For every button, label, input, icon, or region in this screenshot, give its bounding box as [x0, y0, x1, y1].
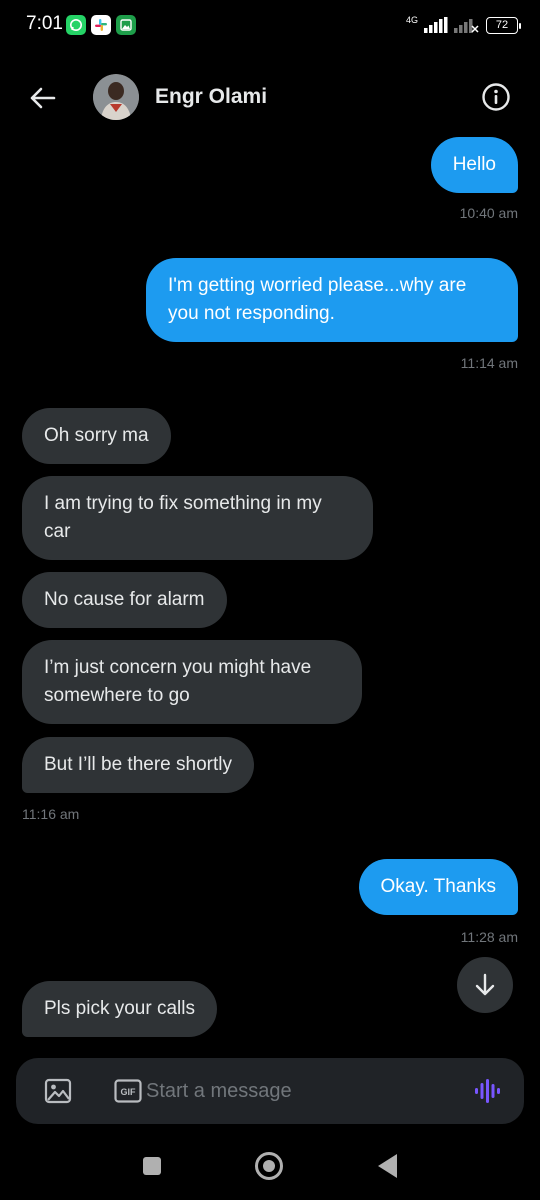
message-bubble-received[interactable]: But I’ll be there shortly — [22, 737, 254, 793]
home-button[interactable] — [255, 1152, 283, 1180]
message-input[interactable] — [146, 1072, 456, 1110]
gif-button[interactable]: GIF — [114, 1079, 142, 1103]
signal-icon — [424, 17, 448, 33]
message-bubble-sent[interactable]: I'm getting worried please...why are you… — [146, 258, 518, 342]
dm-conversation-screen: 7:01 4G 72 Engr Olami Hello 10:40 am I'm… — [0, 0, 540, 1200]
system-nav-bar — [0, 1140, 540, 1200]
voice-message-button[interactable] — [474, 1078, 502, 1104]
status-right-group: 4G 72 — [405, 12, 521, 38]
message-text: Okay. Thanks — [380, 876, 496, 897]
arrow-left-icon — [30, 87, 56, 109]
add-photo-button[interactable] — [44, 1078, 72, 1104]
message-text: I am trying to fix something in my car — [44, 493, 322, 542]
message-bubble-sent[interactable]: Okay. Thanks — [358, 859, 518, 915]
message-bubble-received[interactable]: I am trying to fix something in my car — [22, 476, 373, 560]
back-button[interactable] — [26, 82, 62, 114]
avatar-photo — [93, 74, 139, 120]
message-text: No cause for alarm — [44, 589, 205, 610]
slack-icon — [91, 15, 111, 35]
arrow-down-icon — [475, 973, 495, 996]
message-text: Hello — [452, 154, 496, 175]
message-text: I'm getting worried please...why are you… — [168, 275, 467, 324]
message-timestamp: 11:28 am — [460, 929, 518, 945]
scroll-to-bottom-button[interactable] — [457, 957, 513, 1013]
message-bubble-received[interactable]: Oh sorry ma — [22, 408, 171, 464]
message-text: Pls pick your calls — [44, 998, 195, 1019]
status-time: 7:01 — [26, 13, 63, 34]
contact-name[interactable]: Engr Olami — [155, 85, 267, 109]
info-button[interactable] — [481, 82, 511, 112]
message-timestamp: 11:14 am — [460, 355, 518, 371]
message-bubble-received[interactable]: No cause for alarm — [22, 572, 227, 628]
message-text: I’m just concern you might have somewher… — [44, 657, 312, 706]
message-text: But I’ll be there shortly — [44, 754, 232, 775]
gallery-icon — [116, 15, 136, 35]
battery-level: 72 — [495, 19, 509, 31]
message-text: Oh sorry ma — [44, 425, 149, 446]
message-composer: GIF — [16, 1058, 524, 1124]
gif-icon: GIF — [114, 1079, 142, 1103]
network-type-label: 4G — [405, 14, 418, 25]
message-bubble-received[interactable]: I’m just concern you might have somewher… — [22, 640, 362, 724]
message-timestamp: 10:40 am — [459, 205, 518, 221]
image-icon — [44, 1078, 72, 1104]
gif-label: GIF — [121, 1087, 137, 1097]
voice-waveform-icon — [475, 1079, 500, 1103]
status-bar: 7:01 4G 72 — [0, 0, 540, 50]
recent-apps-button[interactable] — [143, 1157, 161, 1175]
system-back-button[interactable] — [378, 1154, 397, 1178]
avatar[interactable] — [93, 74, 139, 120]
battery-icon: 72 — [486, 16, 521, 34]
message-bubble-received[interactable]: Pls pick your calls — [22, 981, 217, 1037]
conversation-header: Engr Olami — [0, 68, 540, 128]
message-timestamp: 11:16 am — [22, 806, 80, 822]
info-icon — [482, 83, 510, 111]
wifi-off-icon — [454, 19, 479, 33]
message-bubble-sent[interactable]: Hello — [430, 137, 518, 193]
whatsapp-icon — [66, 15, 86, 35]
